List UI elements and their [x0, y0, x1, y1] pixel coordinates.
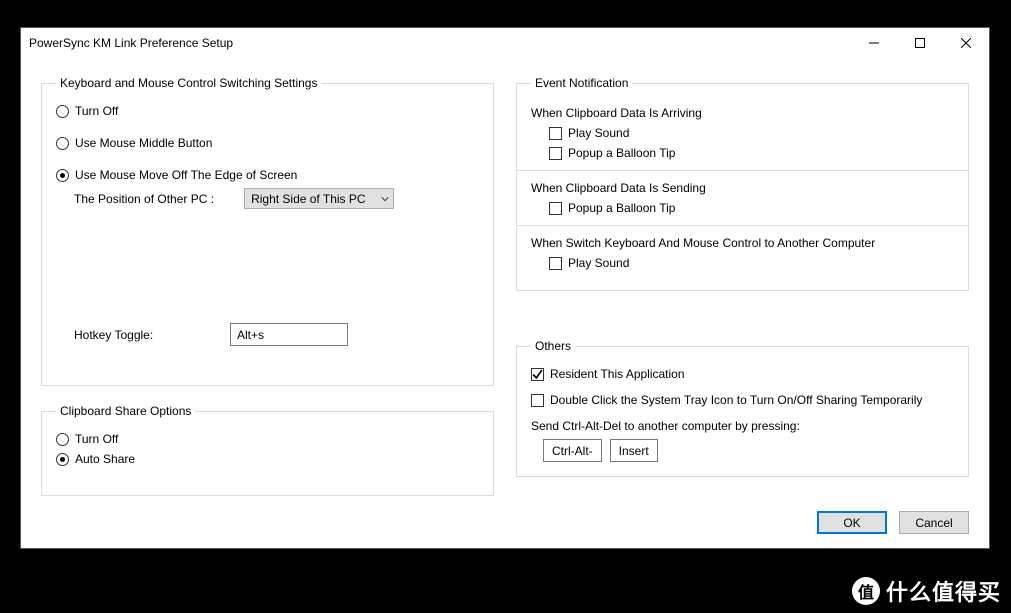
kbm-position-row: The Position of Other PC : Right Side of… [74, 188, 479, 209]
maximize-button[interactable] [897, 28, 943, 58]
clipshare-off-label: Turn Off [75, 432, 118, 446]
kbm-turnoff-label: Turn Off [75, 104, 118, 118]
kbm-turnoff-row[interactable]: Turn Off [56, 104, 479, 118]
event-arriving-label: When Clipboard Data Is Arriving [531, 106, 954, 120]
others-legend: Others [531, 339, 575, 353]
radio-icon [56, 137, 69, 150]
event-sending-balloon-label: Popup a Balloon Tip [568, 201, 675, 215]
kbm-edge-row[interactable]: Use Mouse Move Off The Edge of Screen [56, 168, 479, 182]
event-arriving-sound-label: Play Sound [568, 126, 629, 140]
kbm-hotkey-label: Hotkey Toggle: [74, 328, 230, 342]
titlebar: PowerSync KM Link Preference Setup [21, 28, 989, 58]
close-icon [961, 38, 971, 48]
kbm-edge-label: Use Mouse Move Off The Edge of Screen [75, 168, 297, 182]
checkbox-icon [531, 368, 544, 381]
minimize-icon [869, 38, 879, 48]
kbm-position-label: The Position of Other PC : [74, 192, 214, 206]
event-sending-label: When Clipboard Data Is Sending [531, 181, 954, 195]
clipshare-off-row[interactable]: Turn Off [56, 432, 479, 446]
clipshare-auto-label: Auto Share [75, 452, 135, 466]
checkbox-icon [531, 394, 544, 407]
maximize-icon [915, 38, 925, 48]
app-window: PowerSync KM Link Preference Setup Keybo… [20, 27, 990, 549]
clipshare-group: Clipboard Share Options Turn Off Auto Sh… [41, 404, 494, 496]
close-button[interactable] [943, 28, 989, 58]
cancel-button[interactable]: Cancel [899, 511, 969, 534]
dialog-buttons: OK Cancel [817, 511, 969, 534]
checkbox-icon [549, 147, 562, 160]
event-switch-sound-label: Play Sound [568, 256, 629, 270]
event-arriving-balloon-label: Popup a Balloon Tip [568, 146, 675, 160]
window-title: PowerSync KM Link Preference Setup [29, 36, 851, 50]
others-cad-combo: Ctrl-Alt- Insert [543, 439, 954, 462]
ok-button[interactable]: OK [817, 511, 887, 534]
event-legend: Event Notification [531, 76, 632, 90]
divider [517, 170, 968, 171]
checkbox-icon [549, 257, 562, 270]
event-switch-label: When Switch Keyboard And Mouse Control t… [531, 236, 954, 250]
others-dblclick-row[interactable]: Double Click the System Tray Icon to Tur… [531, 393, 954, 407]
chevron-down-icon [381, 195, 389, 203]
event-group: Event Notification When Clipboard Data I… [516, 76, 969, 291]
radio-icon [56, 433, 69, 446]
kbm-hotkey-row: Hotkey Toggle: [74, 323, 479, 346]
minimize-button[interactable] [851, 28, 897, 58]
kbm-middle-row[interactable]: Use Mouse Middle Button [56, 136, 479, 150]
kbm-hotkey-input[interactable] [230, 323, 348, 346]
kbm-middle-label: Use Mouse Middle Button [75, 136, 212, 150]
others-group: Others Resident This Application Double … [516, 339, 969, 477]
watermark-badge-icon: 值 [852, 577, 880, 605]
others-cad-label: Send Ctrl-Alt-Del to another computer by… [531, 419, 954, 433]
kbm-position-select[interactable]: Right Side of This PC [244, 188, 394, 209]
watermark-text: 什么值得买 [886, 575, 1001, 607]
checkbox-icon [549, 202, 562, 215]
others-resident-row[interactable]: Resident This Application [531, 367, 954, 381]
right-column: Event Notification When Clipboard Data I… [516, 76, 969, 538]
client-area: Keyboard and Mouse Control Switching Set… [21, 58, 989, 548]
event-sending-balloon-row[interactable]: Popup a Balloon Tip [549, 201, 954, 215]
clipshare-auto-row[interactable]: Auto Share [56, 452, 479, 466]
divider [517, 225, 968, 226]
event-arriving-balloon-row[interactable]: Popup a Balloon Tip [549, 146, 954, 160]
kbm-position-value: Right Side of This PC [251, 192, 366, 206]
others-cad-prefix[interactable]: Ctrl-Alt- [543, 439, 602, 462]
radio-icon [56, 453, 69, 466]
event-switch-sound-row[interactable]: Play Sound [549, 256, 954, 270]
event-arriving-sound-row[interactable]: Play Sound [549, 126, 954, 140]
radio-icon [56, 169, 69, 182]
kbm-legend: Keyboard and Mouse Control Switching Set… [56, 76, 321, 90]
others-dblclick-label: Double Click the System Tray Icon to Tur… [550, 393, 922, 407]
others-resident-label: Resident This Application [550, 367, 685, 381]
spacer [56, 209, 479, 319]
watermark: 值 什么值得买 [852, 575, 1001, 607]
radio-icon [56, 105, 69, 118]
left-column: Keyboard and Mouse Control Switching Set… [41, 76, 494, 538]
checkbox-icon [549, 127, 562, 140]
clipshare-legend: Clipboard Share Options [56, 404, 195, 418]
kbm-group: Keyboard and Mouse Control Switching Set… [41, 76, 494, 386]
others-cad-key[interactable]: Insert [610, 439, 658, 462]
